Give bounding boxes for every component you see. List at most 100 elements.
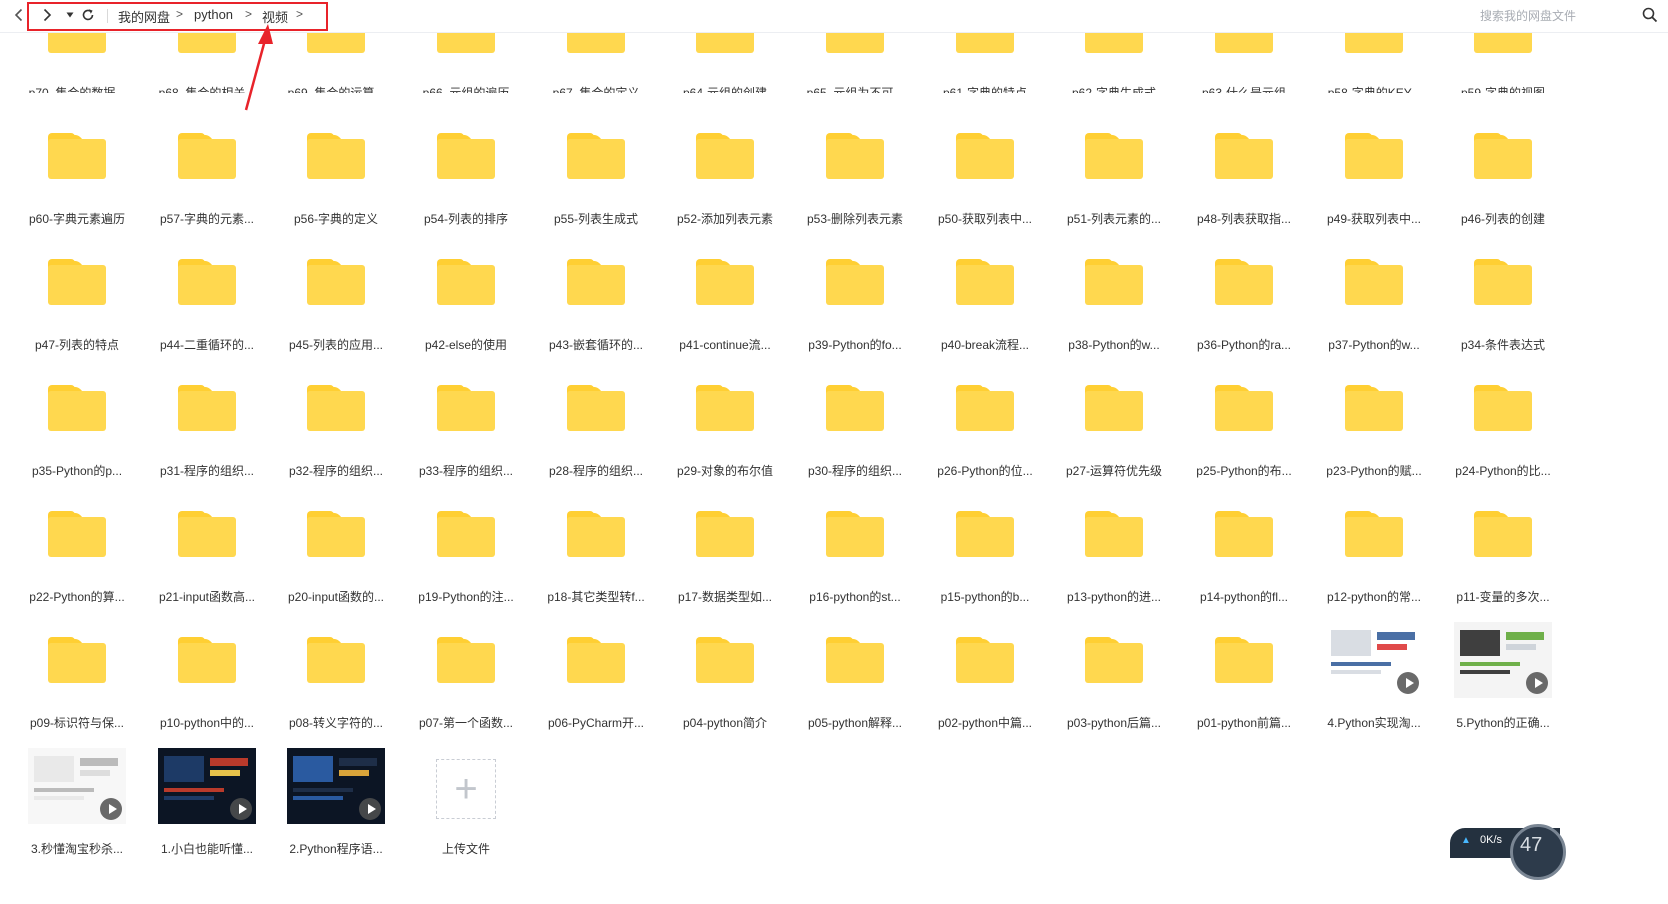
folder-item[interactable]: p23-Python的赋... [1309,358,1439,484]
folder-item[interactable]: p65_元组为不可... [790,33,920,93]
breadcrumb-item-root[interactable]: 我的网盘 [118,7,170,26]
folder-item[interactable]: p70_集合的数据... [12,33,142,93]
folder-item[interactable]: p27-运算符优先级 [1049,358,1179,484]
folder-icon [567,511,625,557]
folder-item[interactable]: p28-程序的组织... [531,358,661,484]
folder-item[interactable]: p03-python后篇... [1049,610,1179,736]
caret-down-icon[interactable] [62,6,78,24]
chevron-right-icon[interactable] [39,6,55,24]
folder-item[interactable]: p02-python中篇... [920,610,1050,736]
folder-item[interactable]: p04-python简介 [660,610,790,736]
folder-item[interactable]: p15-python的b... [920,484,1050,610]
folder-icon [696,33,754,53]
folder-item[interactable]: p42-else的使用 [401,232,531,358]
folder-item[interactable]: p22-Python的算... [12,484,142,610]
breadcrumb-item-current[interactable]: 视频 [262,7,288,26]
refresh-icon[interactable] [80,6,96,24]
folder-item[interactable]: p69_集合的运算... [271,33,401,93]
folder-item[interactable]: p52-添加列表元素 [660,106,790,232]
folder-item[interactable]: p62-字典生成式 [1049,33,1179,93]
folder-item[interactable]: p33-程序的组织... [401,358,531,484]
folder-item[interactable]: p63-什么是元组 [1179,33,1309,93]
folder-item[interactable]: p21-input函数高... [142,484,272,610]
folder-item[interactable]: p51-列表元素的... [1049,106,1179,232]
folder-item[interactable]: p56-字典的定义 [271,106,401,232]
folder-item[interactable]: p13-python的进... [1049,484,1179,610]
folder-item[interactable]: p49-获取列表中... [1309,106,1439,232]
folder-item[interactable]: p34-条件表达式 [1438,232,1568,358]
folder-item[interactable]: p01-python前篇... [1179,610,1309,736]
search-icon[interactable] [1642,7,1658,28]
folder-icon [567,637,625,683]
transfer-speed-widget[interactable]: ▲ 0K/s 47 [1450,824,1566,880]
folder-item[interactable]: p41-continue流... [660,232,790,358]
folder-item[interactable]: p35-Python的p... [12,358,142,484]
upload-plus-icon: + [436,759,496,819]
folder-item[interactable]: p68_集合的相关... [142,33,272,93]
transfer-rate: 0K/s [1480,834,1503,846]
folder-item[interactable]: p17-数据类型如... [660,484,790,610]
upload-file-button[interactable]: + 上传文件 [401,736,531,862]
folder-item[interactable]: p66_元组的遍历 [401,33,531,93]
folder-item[interactable]: p16-python的st... [790,484,920,610]
folder-item[interactable]: p55-列表生成式 [531,106,661,232]
folder-item[interactable]: p36-Python的ra... [1179,232,1309,358]
folder-item[interactable]: p30-程序的组织... [790,358,920,484]
folder-item[interactable]: p14-python的fl... [1179,484,1309,610]
breadcrumb-item-python[interactable]: python [194,7,233,22]
folder-item[interactable]: p57-字典的元素... [142,106,272,232]
folder-item[interactable]: p24-Python的比... [1438,358,1568,484]
folder-item[interactable]: p19-Python的注... [401,484,531,610]
file-name-label: p44-二重循环的... [159,338,255,352]
video-file-item[interactable]: 3.秒懂淘宝秒杀... [12,736,142,862]
folder-item[interactable]: p46-列表的创建 [1438,106,1568,232]
folder-icon [696,259,754,305]
video-file-item[interactable]: 5.Python的正确... [1438,610,1568,736]
folder-item[interactable]: p11-变量的多次... [1438,484,1568,610]
folder-item[interactable]: p09-标识符与保... [12,610,142,736]
folder-item[interactable]: p29-对象的布尔值 [660,358,790,484]
video-file-item[interactable]: 4.Python实现淘... [1309,610,1439,736]
folder-item[interactable]: p60-字典元素遍历 [12,106,142,232]
folder-item[interactable]: p31-程序的组织... [142,358,272,484]
folder-item[interactable]: p12-python的常... [1309,484,1439,610]
file-name-label: p47-列表的特点 [34,338,120,352]
folder-item[interactable]: p44-二重循环的... [142,232,272,358]
search-input[interactable] [1480,4,1630,28]
folder-item[interactable]: p07-第一个函数... [401,610,531,736]
folder-item[interactable]: p26-Python的位... [920,358,1050,484]
folder-item[interactable]: p25-Python的布... [1179,358,1309,484]
file-name-label: p05-python解释... [807,716,903,730]
folder-item[interactable]: p10-python中的... [142,610,272,736]
folder-icon [437,385,495,431]
folder-item[interactable]: p64-元组的创建 [660,33,790,93]
folder-item[interactable]: p40-break流程... [920,232,1050,358]
video-file-item[interactable]: 2.Python程序语... [271,736,401,862]
folder-item[interactable]: p54-列表的排序 [401,106,531,232]
folder-item[interactable]: p47-列表的特点 [12,232,142,358]
folder-item[interactable]: p53-删除列表元素 [790,106,920,232]
folder-item[interactable]: p37-Python的w... [1309,232,1439,358]
folder-item[interactable]: p18-其它类型转f... [531,484,661,610]
folder-item[interactable]: p39-Python的fo... [790,232,920,358]
file-name-label: p64-元组的创建 [682,86,768,93]
folder-item[interactable]: p50-获取列表中... [920,106,1050,232]
folder-item[interactable]: p38-Python的w... [1049,232,1179,358]
folder-item[interactable]: p20-input函数的... [271,484,401,610]
breadcrumb-separator: > [176,7,184,21]
folder-item[interactable]: p61-字典的特点 [920,33,1050,93]
folder-item[interactable]: p58-字典的KEY... [1309,33,1439,93]
chevron-left-icon[interactable] [11,6,27,24]
folder-item[interactable]: p43-嵌套循环的... [531,232,661,358]
folder-item[interactable]: p08-转义字符的... [271,610,401,736]
folder-icon [1345,133,1403,179]
folder-item[interactable]: p48-列表获取指... [1179,106,1309,232]
video-file-item[interactable]: 1.小白也能听懂... [142,736,272,862]
folder-item[interactable]: p05-python解释... [790,610,920,736]
folder-item[interactable]: p67_集合的定义 [531,33,661,93]
folder-icon [1085,33,1143,53]
folder-item[interactable]: p45-列表的应用... [271,232,401,358]
folder-item[interactable]: p06-PyCharm开... [531,610,661,736]
folder-item[interactable]: p32-程序的组织... [271,358,401,484]
folder-item[interactable]: p59-字典的视图 [1438,33,1568,93]
